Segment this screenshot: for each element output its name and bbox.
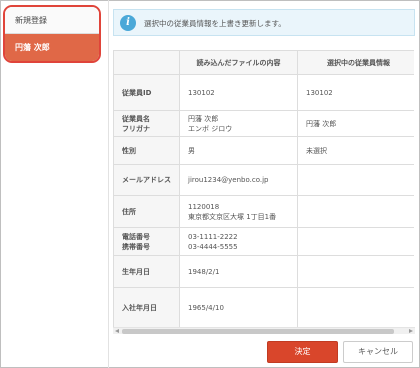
row-label: 性別 <box>113 136 180 165</box>
table-row: 住所 1120018 東京都文京区大塚 1丁目1番 <box>113 195 414 228</box>
row-label: 従業員ID <box>113 74 180 111</box>
row-label: 従業員名 フリガナ <box>113 110 180 137</box>
sidebar-item-new-registration[interactable]: 新規登録 <box>5 7 99 34</box>
file-value: 130102 <box>179 74 298 111</box>
current-value <box>297 227 414 256</box>
file-value: 1965/4/10 <box>179 287 298 328</box>
file-value-line: 1965/4/10 <box>188 303 224 312</box>
row-label-line: 従業員名 <box>122 114 150 123</box>
row-label-line: 住所 <box>122 207 136 216</box>
current-value <box>297 255 414 288</box>
row-label-line: 従業員ID <box>122 88 152 97</box>
current-value: 未選択 <box>297 136 414 165</box>
table-header-current-info: 選択中の従業員情報 <box>297 50 414 75</box>
row-label: メールアドレス <box>113 164 180 196</box>
table-header-file-content: 読み込んだファイルの内容 <box>179 50 298 75</box>
row-label-line: 生年月日 <box>122 267 150 276</box>
row-label: 住所 <box>113 195 180 228</box>
info-message: 選択中の従業員情報を上書き更新します。 <box>144 19 286 28</box>
row-label-line: 入社年月日 <box>122 303 157 312</box>
current-value: 円藩 次郎 <box>297 110 414 137</box>
file-value-line: 1948/2/1 <box>188 267 220 276</box>
current-value <box>297 164 414 196</box>
file-value: jirou1234@yenbo.co.jp <box>179 164 298 196</box>
cancel-button[interactable]: キャンセル <box>343 341 413 363</box>
table-row: 入社年月日 1965/4/10 <box>113 287 414 328</box>
table-row: 性別 男 未選択 <box>113 136 414 165</box>
file-value-line: 東京都文京区大塚 1丁目1番 <box>188 212 277 221</box>
horizontal-scrollbar[interactable] <box>113 327 415 334</box>
file-value-line: 130102 <box>188 88 215 97</box>
file-value-line: 円藩 次郎 <box>188 114 219 123</box>
file-value: 03-1111-2222 03-4444-5555 <box>179 227 298 256</box>
table-row: メールアドレス jirou1234@yenbo.co.jp <box>113 164 414 196</box>
file-value: 1120018 東京都文京区大塚 1丁目1番 <box>179 195 298 228</box>
file-value-line: 03-4444-5555 <box>188 242 238 251</box>
current-value-line: 130102 <box>306 88 333 97</box>
row-label: 生年月日 <box>113 255 180 288</box>
table-row: 従業員ID 130102 130102 <box>113 74 414 111</box>
file-value-line: 1120018 <box>188 202 220 211</box>
table-header-corner <box>113 50 180 75</box>
table-row: 従業員名 フリガナ 円藩 次郎 エンボ ジロウ 円藩 次郎 <box>113 110 414 137</box>
scrollbar-thumb[interactable] <box>122 329 394 334</box>
current-value-line: 円藩 次郎 <box>306 119 337 128</box>
scroll-left-arrow-icon[interactable] <box>115 329 119 333</box>
current-value: 130102 <box>297 74 414 111</box>
row-label-line: 性別 <box>122 146 136 155</box>
current-value <box>297 287 414 328</box>
row-label: 電話番号 携帯番号 <box>113 227 180 256</box>
file-value-line: jirou1234@yenbo.co.jp <box>188 176 269 184</box>
comparison-table-wrapper: 読み込んだファイルの内容 選択中の従業員情報 従業員ID 130102 130102… <box>113 50 414 333</box>
table-row: 生年月日 1948/2/1 <box>113 255 414 288</box>
file-value: 男 <box>179 136 298 165</box>
info-icon: i <box>120 15 136 31</box>
sidebar-item-employee-selected[interactable]: 円藩 次郎 <box>5 34 99 61</box>
confirm-button[interactable]: 決定 <box>267 341 338 363</box>
file-value-line: エンボ ジロウ <box>188 124 233 133</box>
sidebar-divider <box>108 0 109 368</box>
file-value: 1948/2/1 <box>179 255 298 288</box>
row-label-line: フリガナ <box>122 124 150 133</box>
row-label: 入社年月日 <box>113 287 180 328</box>
current-value-line: 未選択 <box>306 146 327 155</box>
file-value-line: 03-1111-2222 <box>188 232 238 241</box>
current-value <box>297 195 414 228</box>
table-row: 電話番号 携帯番号 03-1111-2222 03-4444-5555 <box>113 227 414 256</box>
file-value-line: 男 <box>188 146 195 155</box>
info-banner: i 選択中の従業員情報を上書き更新します。 <box>113 9 415 36</box>
row-label-line: 電話番号 <box>122 232 150 241</box>
sidebar: 新規登録 円藩 次郎 <box>3 5 101 63</box>
comparison-table: 読み込んだファイルの内容 選択中の従業員情報 従業員ID 130102 130102… <box>113 50 414 328</box>
row-label-line: 携帯番号 <box>122 242 150 251</box>
row-label-line: メールアドレス <box>122 176 171 184</box>
scroll-right-arrow-icon[interactable] <box>409 329 413 333</box>
file-value: 円藩 次郎 エンボ ジロウ <box>179 110 298 137</box>
